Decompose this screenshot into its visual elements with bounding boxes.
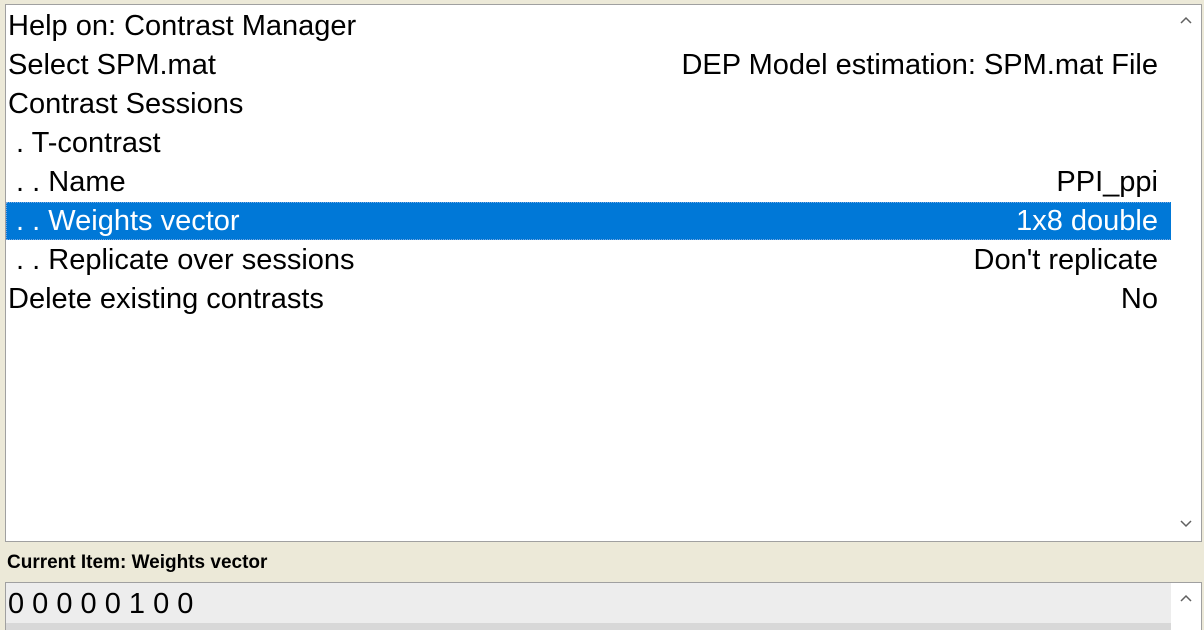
tree-row-value: No (1120, 283, 1158, 315)
chevron-down-icon[interactable] (1171, 511, 1201, 539)
tree-row-delete-existing[interactable]: Delete existing contrasts No (6, 280, 1172, 318)
tree-row-value: DEP Model estimation: SPM.mat File (681, 49, 1158, 81)
tree-scrollbar[interactable] (1171, 5, 1201, 541)
tree-row-label: Select SPM.mat (8, 49, 216, 81)
tree-row-weights-vector[interactable]: . . Weights vector 1x8 double (6, 202, 1172, 240)
current-item-value[interactable]: 0 0 0 0 0 1 0 0 (8, 585, 193, 623)
module-tree-list[interactable]: Help on: Contrast Manager Select SPM.mat… (6, 5, 1172, 541)
tree-row-contrast-sessions[interactable]: Contrast Sessions (6, 85, 1172, 123)
tree-row-label: Help on: Contrast Manager (8, 10, 357, 42)
tree-row-label: . . Name (8, 166, 126, 198)
tree-row-value: 1x8 double (1016, 205, 1158, 237)
tree-row-label: Contrast Sessions (8, 88, 244, 120)
current-item-label: Current Item: Weights vector (7, 552, 268, 573)
tree-row-name[interactable]: . . Name PPI_ppi (6, 163, 1172, 201)
tree-row-replicate[interactable]: . . Replicate over sessions Don't replic… (6, 241, 1172, 279)
tree-row-help[interactable]: Help on: Contrast Manager (6, 7, 1172, 45)
value-scrollbar[interactable] (1171, 583, 1201, 630)
chevron-up-icon[interactable] (1171, 585, 1201, 613)
tree-row-value: Don't replicate (973, 244, 1158, 276)
tree-row-t-contrast[interactable]: . T-contrast (6, 124, 1172, 162)
tree-row-select-spm[interactable]: Select SPM.mat DEP Model estimation: SPM… (6, 46, 1172, 84)
current-item-value-box[interactable]: 0 0 0 0 0 1 0 0 (5, 582, 1202, 630)
chevron-up-icon[interactable] (1171, 7, 1201, 35)
tree-row-label: . . Replicate over sessions (8, 244, 355, 276)
module-tree-panel: Help on: Contrast Manager Select SPM.mat… (5, 4, 1202, 542)
tree-row-value: PPI_ppi (1056, 166, 1158, 198)
tree-row-label: . T-contrast (8, 127, 161, 159)
value-scroll-strip (6, 623, 1172, 630)
batch-editor-window: Help on: Contrast Manager Select SPM.mat… (0, 0, 1204, 630)
tree-row-label: . . Weights vector (8, 205, 240, 237)
tree-row-label: Delete existing contrasts (8, 283, 324, 315)
